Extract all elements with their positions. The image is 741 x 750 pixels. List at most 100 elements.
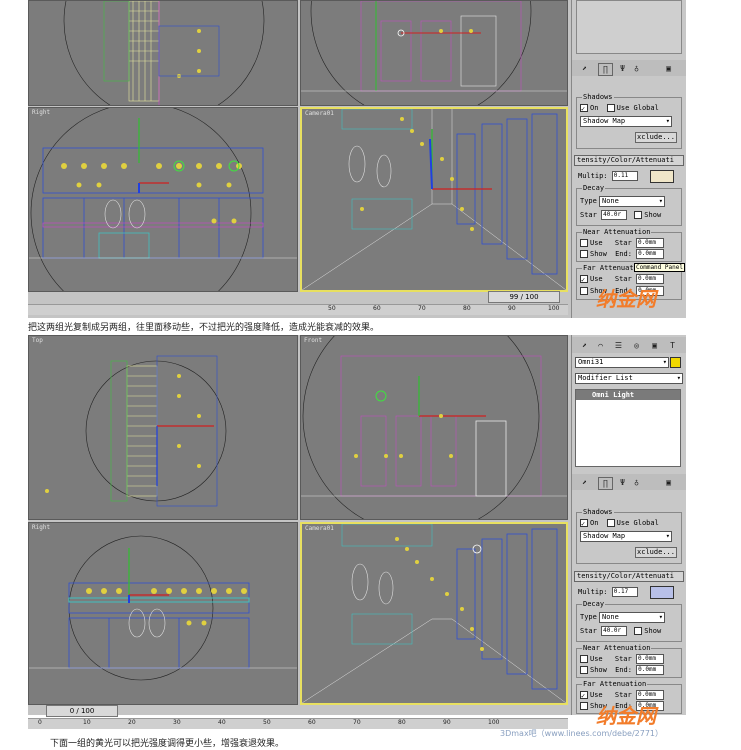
modify-tab-icon[interactable]: ∏ — [598, 63, 613, 76]
ruler-tick: 70 — [353, 719, 361, 726]
multiplier-field[interactable]: 0.17 — [611, 587, 638, 597]
decay-start-field[interactable]: 40.0r — [601, 626, 628, 636]
near-use-checkbox[interactable] — [580, 655, 588, 663]
near-end-label: End: — [615, 250, 632, 258]
motion-tab-icon[interactable]: ♁ — [630, 63, 643, 74]
track-ruler-2[interactable]: 0 10 20 30 40 50 60 70 80 90 100 — [28, 718, 568, 729]
decay-start-label: Star — [580, 211, 597, 219]
hierarchy-tab-icon[interactable]: Ψ — [616, 63, 629, 74]
use-global-checkbox[interactable] — [606, 519, 615, 527]
decay-type-dropdown[interactable]: None — [599, 196, 665, 207]
pin-stack-icon[interactable]: ⬈ — [578, 477, 591, 488]
viewport-right[interactable]: Right — [28, 107, 298, 292]
track-ruler[interactable] — [28, 705, 568, 715]
ruler-tick: 70 — [418, 305, 426, 312]
viewport-top-wireframe — [45, 355, 227, 507]
ruler-tick: 80 — [398, 719, 406, 726]
exclude-button[interactable]: xclude... — [635, 132, 677, 143]
viewport-top-wireframe — [63, 1, 265, 105]
modifier-list-dropdown[interactable]: Modifier List — [575, 373, 683, 384]
decay-type-value: None — [602, 197, 619, 205]
far-attenuation-title: Far Attenuati — [582, 264, 639, 272]
shadows-on-checkbox[interactable]: ✓ — [580, 104, 588, 113]
shadows-on-checkbox[interactable]: ✓ — [580, 519, 588, 528]
site-credit: 3Dmax吧（www.linees.com/debe/2771） — [500, 729, 664, 738]
exclude-button[interactable]: xclude... — [635, 547, 677, 558]
near-start-field[interactable]: 0.0mm — [635, 238, 664, 248]
stack-item[interactable]: Omni Light — [576, 390, 680, 400]
multiplier-row: Multip: 0.11 — [578, 171, 638, 181]
on-label: On — [590, 104, 599, 112]
viewport-top[interactable]: Top — [28, 335, 298, 520]
far-attenuation-title: Far Attenuation — [582, 680, 648, 688]
ruler-tick: 50 — [263, 719, 271, 726]
far-show-checkbox[interactable] — [580, 702, 588, 710]
stack-tools: ⬈ ∏ Ψ ♁ ▣ — [572, 474, 686, 490]
near-show-label: Show — [590, 250, 607, 258]
display-tab-icon[interactable]: ▣ — [648, 340, 661, 351]
near-end-field[interactable]: 0.0mm — [636, 249, 665, 259]
ruler-tick: 90 — [443, 719, 451, 726]
decay-type-label: Type — [580, 613, 597, 621]
far-use-checkbox[interactable]: ✓ — [580, 691, 588, 700]
viewport-camera[interactable]: Camera01 — [300, 107, 568, 292]
ruler-tick: 90 — [508, 305, 516, 312]
near-show-checkbox[interactable] — [580, 666, 588, 674]
utilities-tab-icon[interactable]: T — [666, 340, 679, 351]
near-attenuation-title: Near Attenuation — [582, 644, 652, 652]
viewport-camera[interactable]: Camera01 — [300, 522, 568, 705]
light-color-swatch[interactable] — [650, 586, 674, 599]
create-tab-icon[interactable]: ⬈ — [578, 340, 591, 351]
object-name-field[interactable]: Omni31 — [575, 357, 669, 368]
intensity-rollout-header[interactable]: tensity/Color/Attenuati — [574, 155, 684, 166]
light-color-swatch[interactable] — [650, 170, 674, 183]
configure-sets-icon[interactable]: ▣ — [662, 477, 675, 488]
utilities-tab-icon[interactable]: ▣ — [662, 63, 675, 74]
viewport-right-wireframe — [29, 108, 297, 291]
object-list-area — [576, 0, 682, 54]
viewport-top[interactable] — [28, 0, 298, 106]
ruler-tick: 100 — [488, 719, 500, 726]
motion-tab-icon[interactable]: ◎ — [630, 340, 643, 351]
time-slider[interactable]: 99 / 100 — [488, 291, 560, 303]
near-use-checkbox[interactable] — [580, 239, 588, 247]
decay-start-field[interactable]: 40.0r — [601, 210, 628, 220]
near-start-label: Star — [614, 655, 632, 663]
near-attenuation-title: Near Attenuation — [582, 228, 652, 236]
modify-tab-icon[interactable]: ⌒ — [594, 340, 607, 351]
viewport-front[interactable]: Front — [300, 335, 568, 520]
show-end-result-icon[interactable]: ∏ — [598, 477, 613, 490]
near-show-checkbox[interactable] — [580, 250, 588, 258]
hierarchy-tab-icon[interactable]: ☰ — [612, 340, 625, 351]
far-start-field[interactable]: 0.0mm — [635, 690, 664, 700]
far-use-checkbox[interactable]: ✓ — [580, 275, 588, 284]
decay-show-checkbox[interactable] — [634, 211, 643, 219]
near-attenuation-group: Near Attenuation Use Star 0.0mm Show End… — [576, 644, 682, 678]
create-tab-icon[interactable]: ⬈ — [578, 63, 591, 74]
viewport-right[interactable]: Right — [28, 522, 298, 705]
shadow-type-dropdown[interactable]: Shadow Map — [580, 531, 672, 542]
far-show-checkbox[interactable] — [580, 287, 588, 295]
make-unique-icon[interactable]: Ψ — [616, 477, 629, 488]
remove-modifier-icon[interactable]: ♁ — [630, 477, 643, 488]
ruler-tick: 60 — [308, 719, 316, 726]
shadow-type-dropdown[interactable]: Shadow Map — [580, 116, 672, 127]
object-color-swatch[interactable] — [670, 357, 681, 368]
shadow-type-value: Shadow Map — [583, 117, 626, 125]
decay-group: Decay Type None Star 40.0r Show — [576, 600, 682, 642]
ruler-tick: 80 — [463, 305, 471, 312]
multiplier-row: Multip: 0.17 — [578, 587, 638, 597]
intensity-rollout-header[interactable]: tensity/Color/Attenuati — [574, 571, 684, 582]
shadows-rollout: Shadows ✓On Use Global Shadow Map xclude… — [576, 93, 682, 149]
viewport-front[interactable] — [300, 0, 568, 106]
near-use-row: Use Star 0.0mm — [580, 654, 664, 664]
track-ruler[interactable]: 50 60 70 80 90 100 — [28, 304, 568, 315]
modifier-list-value: Modifier List — [578, 374, 633, 382]
multiplier-field[interactable]: 0.11 — [611, 171, 638, 181]
decay-show-checkbox[interactable] — [634, 627, 643, 635]
near-start-field[interactable]: 0.0mm — [635, 654, 664, 664]
use-global-checkbox[interactable] — [606, 104, 615, 112]
near-end-field[interactable]: 0.0mm — [636, 665, 665, 675]
decay-type-dropdown[interactable]: None — [599, 612, 665, 623]
near-attenuation-group: Near Attenuation Use Star 0.0mm Show End… — [576, 228, 682, 262]
